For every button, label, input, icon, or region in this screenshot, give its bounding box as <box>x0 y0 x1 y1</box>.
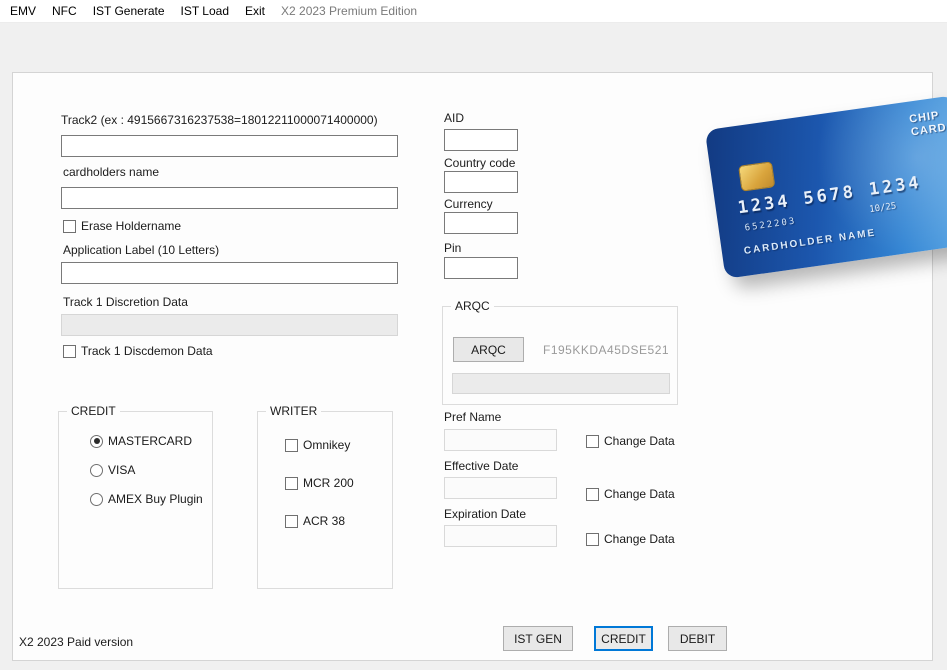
radio-circle <box>90 493 103 506</box>
menu-item-ist-generate[interactable]: IST Generate <box>85 0 173 22</box>
credit-group-title: CREDIT <box>67 404 120 418</box>
pin-input[interactable] <box>444 257 518 279</box>
track1-discdemon-label: Track 1 Discdemon Data <box>81 344 213 358</box>
writer-acr38-label: ACR 38 <box>303 514 345 528</box>
track1-discretion-label: Track 1 Discretion Data <box>63 295 188 309</box>
pref-name-label: Pref Name <box>444 410 501 424</box>
cardholders-name-input[interactable] <box>61 187 398 209</box>
pref-name-change-data-checkbox[interactable]: Change Data <box>586 434 675 448</box>
effective-date-change-data-checkbox[interactable]: Change Data <box>586 487 675 501</box>
ist-gen-button[interactable]: IST GEN <box>503 626 573 651</box>
checkbox-box <box>285 477 298 490</box>
radio-circle <box>90 464 103 477</box>
application-label-input[interactable] <box>61 262 398 284</box>
menu-item-exit[interactable]: Exit <box>237 0 273 22</box>
writer-mcr200-label: MCR 200 <box>303 476 354 490</box>
arqc-groupbox: ARQC ARQC F195KKDA45DSE521 <box>442 306 678 405</box>
aid-label: AID <box>444 111 464 125</box>
checkbox-box <box>586 533 599 546</box>
change-data-label: Change Data <box>604 532 675 546</box>
erase-holdername-checkbox[interactable]: Erase Holdername <box>63 219 181 233</box>
writer-group-title: WRITER <box>266 404 321 418</box>
writer-omnikey-checkbox[interactable]: Omnikey <box>285 438 350 452</box>
expiration-date-label: Expiration Date <box>444 507 526 521</box>
menu-bar: EMV NFC IST Generate IST Load Exit X2 20… <box>0 0 947 23</box>
track2-label: Track2 (ex : 4915667316237538=1801221100… <box>61 113 378 127</box>
credit-groupbox: CREDIT MASTERCARD VISA AMEX Buy Plugin <box>58 411 213 589</box>
checkbox-box <box>285 515 298 528</box>
radio-mastercard-label: MASTERCARD <box>108 434 192 448</box>
card-holder-name: CARDHOLDER NAME <box>743 227 877 256</box>
track2-input[interactable] <box>61 135 398 157</box>
arqc-value: F195KKDA45DSE521 <box>543 343 669 357</box>
radio-visa-label: VISA <box>108 463 135 477</box>
radio-circle <box>90 435 103 448</box>
country-code-input[interactable] <box>444 171 518 193</box>
radio-amex[interactable]: AMEX Buy Plugin <box>90 492 203 506</box>
application-label-label: Application Label (10 Letters) <box>63 243 219 257</box>
change-data-label: Change Data <box>604 434 675 448</box>
card-sub-number: 6522203 <box>744 216 797 233</box>
checkbox-box <box>586 488 599 501</box>
writer-omnikey-label: Omnikey <box>303 438 350 452</box>
track1-discretion-input <box>61 314 398 336</box>
card-brand-text: CHIP CARD <box>908 109 947 140</box>
currency-input[interactable] <box>444 212 518 234</box>
menu-item-ist-load[interactable]: IST Load <box>173 0 237 22</box>
currency-label: Currency <box>444 197 493 211</box>
expiration-date-input <box>444 525 557 547</box>
menu-item-nfc[interactable]: NFC <box>44 0 85 22</box>
card-chip-icon <box>738 161 775 191</box>
pin-label: Pin <box>444 241 461 255</box>
expiration-date-change-data-checkbox[interactable]: Change Data <box>586 532 675 546</box>
arqc-group-title: ARQC <box>451 299 494 313</box>
effective-date-label: Effective Date <box>444 459 518 473</box>
arqc-button[interactable]: ARQC <box>453 337 524 362</box>
country-code-label: Country code <box>444 156 515 170</box>
radio-mastercard[interactable]: MASTERCARD <box>90 434 192 448</box>
credit-button[interactable]: CREDIT <box>594 626 653 651</box>
writer-groupbox: WRITER Omnikey MCR 200 ACR 38 <box>257 411 393 589</box>
arqc-result-input <box>452 373 670 394</box>
app-edition-title: X2 2023 Premium Edition <box>273 0 425 22</box>
menu-item-emv[interactable]: EMV <box>2 0 44 22</box>
track1-discdemon-checkbox[interactable]: Track 1 Discdemon Data <box>63 344 213 358</box>
checkbox-box <box>586 435 599 448</box>
writer-mcr200-checkbox[interactable]: MCR 200 <box>285 476 354 490</box>
version-text: X2 2023 Paid version <box>19 635 133 649</box>
erase-holdername-label: Erase Holdername <box>81 219 181 233</box>
cardholders-name-label: cardholders name <box>63 165 159 179</box>
checkbox-box <box>63 345 76 358</box>
card-valid-date: 10/25 <box>869 201 897 215</box>
radio-amex-label: AMEX Buy Plugin <box>108 492 203 506</box>
aid-input[interactable] <box>444 129 518 151</box>
pref-name-input <box>444 429 557 451</box>
effective-date-input <box>444 477 557 499</box>
radio-visa[interactable]: VISA <box>90 463 135 477</box>
checkbox-box <box>285 439 298 452</box>
change-data-label: Change Data <box>604 487 675 501</box>
debit-button[interactable]: DEBIT <box>668 626 727 651</box>
writer-acr38-checkbox[interactable]: ACR 38 <box>285 514 345 528</box>
checkbox-box <box>63 220 76 233</box>
